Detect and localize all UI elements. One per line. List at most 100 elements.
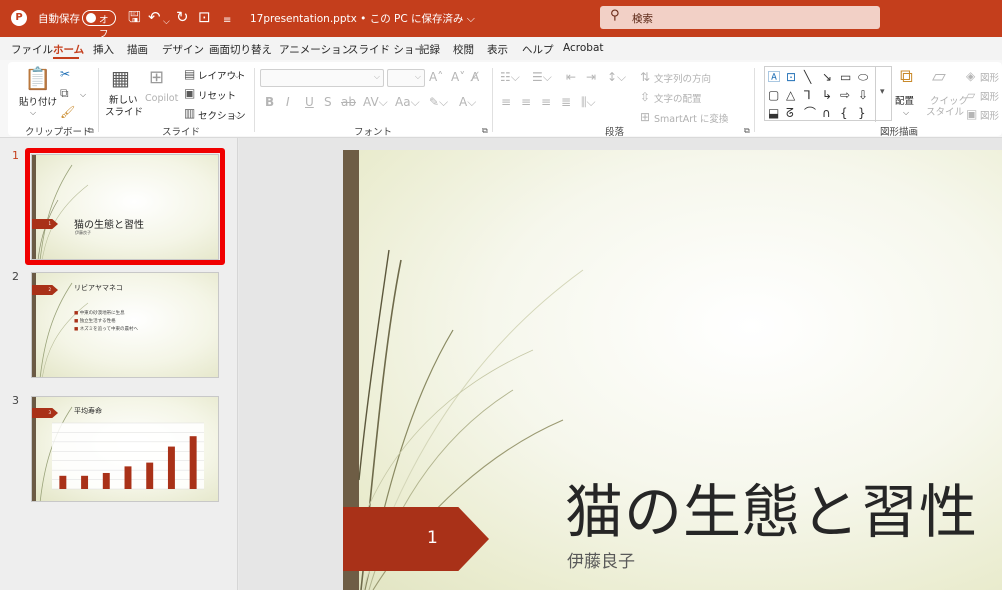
arrange-dropdown-icon[interactable]: ⌵ bbox=[903, 106, 909, 120]
shrink-font-icon[interactable]: A˅ bbox=[451, 70, 465, 84]
paste-icon[interactable]: 📋 bbox=[24, 68, 51, 92]
change-case-icon[interactable]: Aa⌵ bbox=[395, 95, 420, 109]
tab-acrobat[interactable]: Acrobat bbox=[563, 42, 604, 54]
arrange-label[interactable]: 配置 bbox=[895, 93, 914, 107]
tab-record[interactable]: 記録 bbox=[419, 42, 440, 57]
cut-icon[interactable]: ✂ bbox=[60, 67, 70, 81]
tab-animations[interactable]: アニメーション bbox=[279, 42, 352, 57]
freeform-shape-icon[interactable]: ᘔ bbox=[786, 106, 794, 120]
tab-help[interactable]: ヘルプ bbox=[522, 42, 554, 57]
strikethrough-icon[interactable]: ab bbox=[341, 95, 356, 109]
tab-design[interactable]: デザイン bbox=[162, 42, 204, 57]
rect-callout-shape-icon[interactable]: ⬓ bbox=[768, 106, 779, 120]
line-shape-icon[interactable]: ╲ bbox=[804, 70, 811, 84]
bullets-icon[interactable]: ☷⌵ bbox=[500, 70, 520, 84]
align-text-label[interactable]: 文字の配置 bbox=[654, 91, 702, 105]
grow-font-icon[interactable]: A˄ bbox=[429, 70, 443, 84]
slide-thumbnail-2[interactable]: 2 リビアヤマネコ ■ 中東の砂漠地帯に生息 ■ 独立生活する性格 ■ ネズミを… bbox=[31, 272, 219, 378]
tab-transitions[interactable]: 画面切り替え bbox=[209, 42, 272, 57]
font-launcher-icon[interactable]: ⧉ bbox=[482, 124, 488, 138]
triangle-shape-icon[interactable]: △ bbox=[786, 88, 795, 102]
align-right-icon[interactable]: ≡ bbox=[541, 95, 551, 109]
copy-icon[interactable]: ⧉ bbox=[60, 86, 69, 100]
shape-effects-icon[interactable]: ▣ bbox=[966, 107, 977, 121]
vertical-textbox-shape-icon[interactable]: ⊡ bbox=[786, 70, 796, 84]
shapes-more-button[interactable]: ▾ bbox=[875, 67, 892, 122]
smartart-icon[interactable]: ⊞ bbox=[640, 110, 650, 124]
rounded-rect-shape-icon[interactable]: ▢ bbox=[768, 88, 779, 102]
undo-dropdown-icon[interactable]: ⌵ bbox=[163, 12, 170, 32]
arrange-icon[interactable]: ⧉ bbox=[900, 67, 913, 87]
tab-draw[interactable]: 描画 bbox=[127, 42, 148, 57]
oval-shape-icon[interactable]: ⬭ bbox=[858, 70, 868, 84]
shape-outline-icon[interactable]: ▱ bbox=[966, 88, 975, 102]
clipboard-launcher-icon[interactable]: ⧉ bbox=[88, 124, 94, 138]
slide-title[interactable]: 猫の生態と習性 bbox=[565, 465, 978, 549]
shape-fill-icon[interactable]: ◈ bbox=[966, 69, 975, 83]
shape-outline-label[interactable]: 図形 bbox=[980, 89, 999, 103]
copilot-label[interactable]: Copilot bbox=[145, 93, 178, 104]
shape-fill-label[interactable]: 図形 bbox=[980, 70, 999, 84]
main-slide[interactable]: 1 猫の生態と習性 伊藤良子 bbox=[343, 150, 1002, 590]
char-spacing-icon[interactable]: AV⌵ bbox=[363, 95, 388, 109]
tab-file[interactable]: ファイル bbox=[11, 42, 53, 57]
new-slide-label-2[interactable]: スライド bbox=[105, 104, 143, 118]
align-center-icon[interactable]: ≡ bbox=[521, 95, 531, 109]
text-direction-icon[interactable]: ⇅ bbox=[640, 70, 650, 84]
redo-icon[interactable]: ↻ bbox=[176, 7, 189, 27]
align-left-icon[interactable]: ≡ bbox=[501, 95, 511, 109]
justify-icon[interactable]: ≣ bbox=[561, 95, 571, 109]
customize-qat-icon[interactable]: ≡ bbox=[223, 11, 231, 31]
search-box[interactable]: ⚲ 検索 bbox=[600, 6, 880, 29]
elbow-arrow-shape-icon[interactable]: ↳ bbox=[822, 88, 832, 102]
bold-icon[interactable]: B bbox=[265, 95, 274, 109]
shadow-icon[interactable]: S bbox=[324, 95, 332, 109]
down-arrow-shape-icon[interactable]: ⇩ bbox=[858, 88, 868, 102]
paste-dropdown-icon[interactable]: ⌵ bbox=[30, 106, 36, 120]
right-brace-shape-icon[interactable]: } bbox=[858, 106, 866, 120]
shape-effects-label[interactable]: 図形 bbox=[980, 108, 999, 122]
slide-thumbnail-3[interactable]: 3 平均寿命 bbox=[31, 396, 219, 502]
tab-home[interactable]: ホーム bbox=[53, 42, 84, 57]
copilot-icon[interactable]: ⊞ bbox=[149, 68, 164, 88]
layout-icon[interactable]: ▤ bbox=[184, 67, 195, 81]
format-painter-icon[interactable]: 🖌 bbox=[60, 105, 75, 119]
paste-label[interactable]: 貼り付け bbox=[19, 94, 57, 108]
tab-review[interactable]: 校閲 bbox=[453, 42, 474, 57]
numbering-icon[interactable]: ☰⌵ bbox=[532, 70, 552, 84]
new-slide-icon[interactable]: ▦ bbox=[111, 67, 130, 89]
copy-dropdown-icon[interactable]: ⌵ bbox=[80, 88, 86, 102]
section-icon[interactable]: ▥ bbox=[184, 106, 195, 120]
highlight-icon[interactable]: ✎⌵ bbox=[429, 95, 448, 109]
right-arrow-shape-icon[interactable]: ⇨ bbox=[840, 88, 850, 102]
quick-styles-icon[interactable]: ▱ bbox=[932, 67, 946, 87]
shapes-gallery[interactable]: 🄰 ⊡ ╲ ↘ ▭ ⬭ ▢ △ ⅂ ↳ ⇨ ⇩ ⬓ ᘔ ⌒ ∩ { } ▾ bbox=[764, 66, 892, 122]
slide-subtitle[interactable]: 伊藤良子 bbox=[567, 547, 635, 572]
text-direction-label[interactable]: 文字列の方向 bbox=[654, 71, 711, 85]
slide-thumbnail-1[interactable]: 1 猫の生態と習性 伊藤良子 bbox=[31, 154, 219, 260]
font-size-combo[interactable]: ⌵ bbox=[387, 69, 425, 87]
tab-view[interactable]: 表示 bbox=[487, 42, 508, 57]
left-brace-shape-icon[interactable]: { bbox=[840, 106, 848, 120]
present-icon[interactable]: ⊡ bbox=[198, 7, 211, 27]
decrease-indent-icon[interactable]: ⇤ bbox=[566, 70, 576, 84]
increase-indent-icon[interactable]: ⇥ bbox=[586, 70, 596, 84]
smartart-label[interactable]: SmartArt に変換 bbox=[654, 111, 728, 125]
arrow-line-shape-icon[interactable]: ↘ bbox=[822, 70, 832, 84]
document-title[interactable]: 17presentation.pptx • この PC に保存済み ⌵ bbox=[250, 11, 475, 26]
reset-icon[interactable]: ▣ bbox=[184, 86, 195, 100]
tab-insert[interactable]: 挿入 bbox=[93, 42, 114, 57]
underline-icon[interactable]: U bbox=[305, 95, 314, 109]
layout-dropdown-icon[interactable]: ⌵ bbox=[234, 69, 240, 83]
paragraph-launcher-icon[interactable]: ⧉ bbox=[744, 124, 750, 138]
line-spacing-icon[interactable]: ↕⌵ bbox=[607, 70, 626, 84]
quick-styles-label-2[interactable]: スタイル bbox=[926, 104, 964, 118]
section-dropdown-icon[interactable]: ⌵ bbox=[234, 109, 240, 123]
align-text-icon[interactable]: ⇳ bbox=[640, 90, 650, 104]
save-icon[interactable]: 🖫 bbox=[128, 7, 141, 27]
curve-shape-icon[interactable]: ∩ bbox=[822, 106, 831, 120]
rectangle-shape-icon[interactable]: ▭ bbox=[840, 70, 851, 84]
undo-icon[interactable]: ↶ bbox=[148, 7, 161, 27]
columns-icon[interactable]: ⫼⌵ bbox=[581, 95, 596, 109]
reset-label[interactable]: リセット bbox=[198, 88, 236, 102]
